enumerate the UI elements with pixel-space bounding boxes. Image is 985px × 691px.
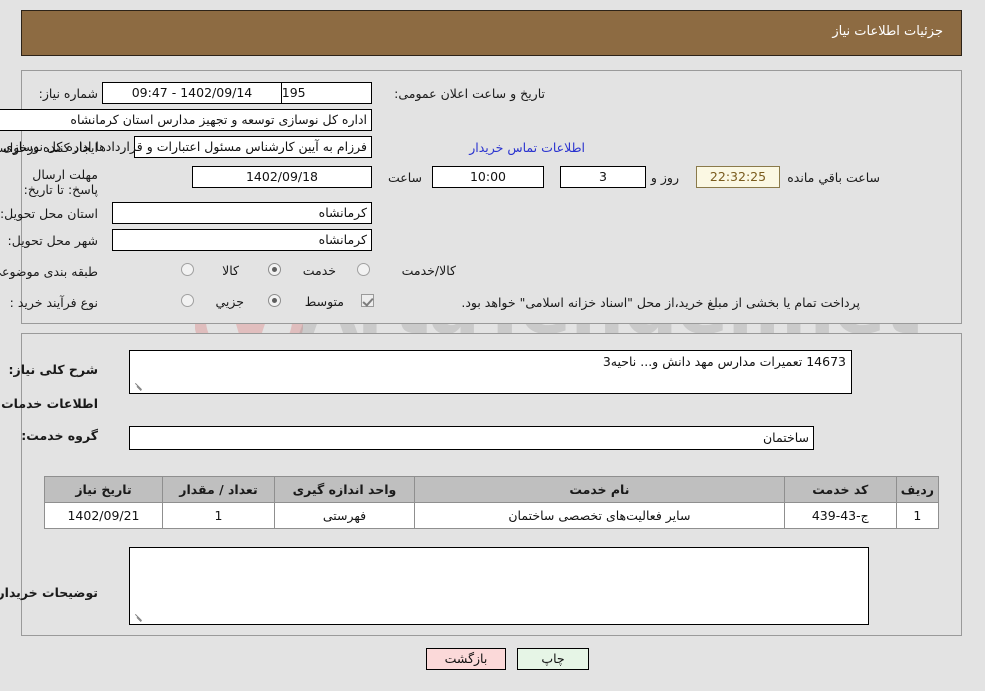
deadline-days-label: روز و (651, 170, 680, 185)
purchase-radio-jozee[interactable] (182, 294, 195, 307)
th-unit: واحد اندازه گیری (275, 476, 416, 503)
cell-name: سایر فعالیت‌های تخصصی ساختمان (415, 502, 786, 529)
cell-code: ج-43-439 (784, 502, 898, 529)
services-table: ردیف کد خدمت نام خدمت واحد اندازه گیری ت… (45, 476, 941, 529)
cell-unit: فهرستی (275, 502, 416, 529)
service-group-value: ساختمان (130, 426, 815, 450)
buyer-contact-link[interactable]: اطلاعات تماس خریدار (470, 140, 586, 155)
page-title: جزئیات اطلاعات نیاز (833, 24, 944, 39)
table-row: 1 ج-43-439 سایر فعالیت‌های تخصصی ساختمان… (45, 502, 941, 529)
treasury-docs-checkbox[interactable] (362, 294, 375, 307)
buyer-org-field: اداره کل نوسازی توسعه و تجهیز مدارس استا… (0, 109, 373, 131)
th-name: نام خدمت (415, 476, 786, 503)
deadline-time-label: ساعت (388, 170, 423, 185)
delivery-city-label: شهر محل تحویل: (8, 233, 99, 248)
deadline-date-value: 1402/09/18 (193, 166, 373, 188)
treasury-docs-note: پرداخت تمام یا بخشی از مبلغ خرید،از محل … (462, 295, 861, 310)
buyer-notes-textarea[interactable] (130, 547, 870, 625)
cell-date: 1402/09/21 (45, 502, 164, 529)
th-date: تاریخ نیاز (45, 476, 164, 503)
page-root: ArtaTender.net جزئیات اطلاعات نیاز شماره… (0, 0, 985, 691)
resize-grip-icon[interactable] (133, 380, 145, 392)
delivery-province-value: کرمانشاه (113, 202, 373, 224)
category-radio-khedmat[interactable] (269, 263, 282, 276)
requester-value: فرزام به آیین کارشناس مسئول اعتبارات و ق… (0, 139, 368, 154)
category-label-kala-khedmat: کالا/خدمت (402, 263, 457, 278)
need-number-label: شماره نیاز: (39, 86, 99, 101)
page-header: جزئیات اطلاعات نیاز (22, 10, 963, 56)
category-label: طبقه بندی موضوعی: (0, 264, 99, 279)
deadline-countdown: 22:32:25 (697, 166, 781, 188)
purchase-label-motavaset: متوسط (305, 294, 345, 309)
services-heading: اطلاعات خدمات مورد نیاز (0, 396, 99, 411)
buyer-notes-label: توضیحات خریدار: (0, 585, 99, 600)
deadline-countdown-label: ساعت باقي مانده (788, 170, 881, 185)
need-description-textarea[interactable]: 14673 تعمیرات مدارس مهد دانش و... ناحیه3 (130, 350, 853, 394)
category-radio-kala[interactable] (182, 263, 195, 276)
delivery-city-value: کرمانشاه (113, 229, 373, 251)
table-header-row: ردیف کد خدمت نام خدمت واحد اندازه گیری ت… (45, 476, 941, 503)
cell-radif: 1 (896, 502, 941, 529)
purchase-type-label: نوع فرآیند خرید : (10, 295, 99, 310)
category-label-kala: کالا (223, 263, 240, 278)
purchase-radio-motavaset[interactable] (269, 294, 282, 307)
requester-field: فرزام به آیین کارشناس مسئول اعتبارات و ق… (0, 136, 373, 158)
buyer-org-value: اداره کل نوسازی توسعه و تجهیز مدارس استا… (71, 112, 368, 127)
resize-grip-icon[interactable] (133, 611, 145, 623)
purchase-label-jozee: جزیي (216, 294, 245, 309)
service-group-label: گروه خدمت: (22, 428, 99, 443)
deadline-days-value: 3 (561, 166, 647, 188)
announce-datetime-label: تاریخ و ساعت اعلان عمومی: (395, 86, 546, 101)
th-code: کد خدمت (784, 476, 898, 503)
category-radio-kala-khedmat[interactable] (358, 263, 371, 276)
need-description-value: 14673 تعمیرات مدارس مهد دانش و... ناحیه3 (603, 354, 847, 369)
back-button[interactable]: بازگشت (427, 648, 507, 670)
announce-datetime-value: 1402/09/14 - 09:47 (103, 82, 283, 104)
delivery-province-label: استان محل تحویل: (0, 206, 99, 221)
need-description-label: شرح کلی نیاز: (9, 362, 99, 377)
category-label-khedmat: خدمت (303, 263, 337, 278)
print-button[interactable]: چاپ (518, 648, 590, 670)
deadline-time-value: 10:00 (433, 166, 545, 188)
th-radif: ردیف (896, 476, 941, 503)
cell-qty: 1 (163, 502, 276, 529)
th-qty: تعداد / مقدار (163, 476, 276, 503)
deadline-label: مهلت ارسال پاسخ: تا تاریخ: (24, 167, 99, 197)
services-table-wrap: ردیف کد خدمت نام خدمت واحد اندازه گیری ت… (45, 476, 941, 529)
